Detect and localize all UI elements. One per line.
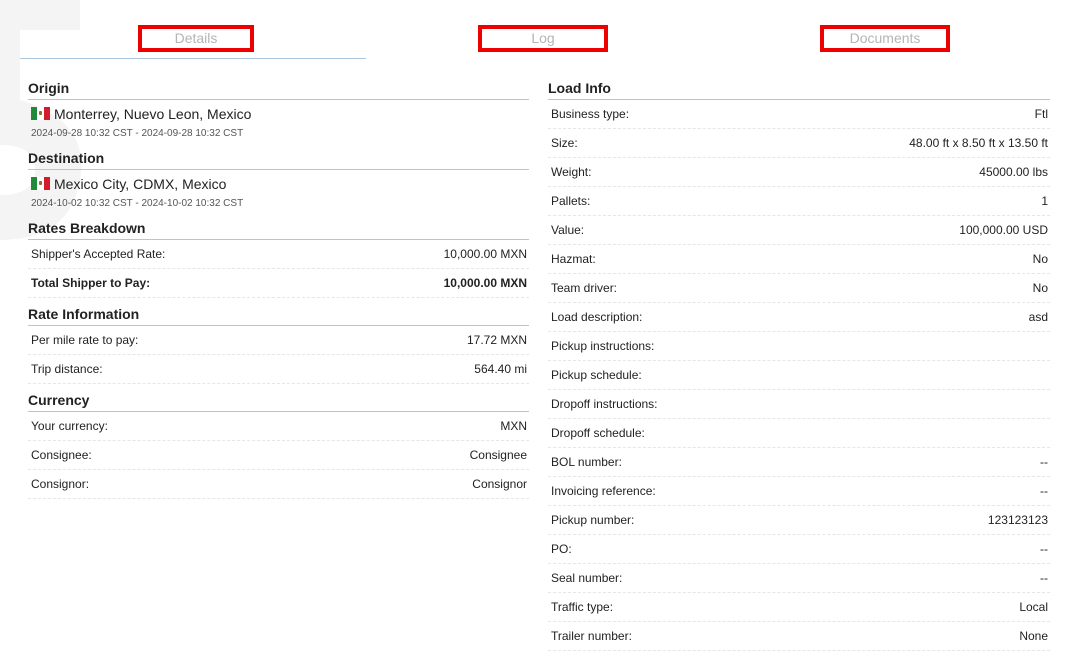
- table-row: PO: --: [548, 535, 1050, 564]
- table-row: Invoicing reference: --: [548, 477, 1050, 506]
- currency-title: Currency: [28, 390, 529, 412]
- row-value: 100,000.00 USD: [959, 223, 1048, 237]
- row-label: Pickup number:: [551, 513, 635, 527]
- row-value: Ftl: [1034, 107, 1048, 121]
- active-tab-underline: [20, 58, 366, 59]
- table-row: Load description: asd: [548, 303, 1050, 332]
- row-value: No: [1032, 281, 1048, 295]
- origin-location-text: Monterrey, Nuevo Leon, Mexico: [54, 105, 252, 122]
- table-row: Consignee: Consignee: [28, 441, 529, 470]
- row-label: Pickup instructions:: [551, 339, 655, 353]
- table-row: Pickup schedule:: [548, 361, 1050, 390]
- destination-location: Mexico City, CDMX, Mexico: [28, 170, 529, 197]
- destination-dates: 2024-10-02 10:32 CST - 2024-10-02 10:32 …: [31, 198, 244, 209]
- row-value: asd: [1028, 310, 1048, 324]
- mexico-flag-icon: [31, 107, 50, 120]
- row-label: BOL number:: [551, 455, 622, 469]
- row-label: Trip distance:: [31, 362, 103, 376]
- table-row: Size: 48.00 ft x 8.50 ft x 13.50 ft: [548, 129, 1050, 158]
- row-value: --: [1040, 571, 1048, 585]
- rate-information-title: Rate Information: [28, 304, 529, 326]
- row-label: Size:: [551, 136, 578, 150]
- table-row: Trailer number: None: [548, 622, 1050, 651]
- row-label: PO:: [551, 542, 572, 556]
- row-label: Hazmat:: [551, 252, 596, 266]
- row-label: Trailer number:: [551, 629, 632, 643]
- row-label: Shipper's Accepted Rate:: [31, 247, 166, 261]
- row-label: Dropoff instructions:: [551, 397, 658, 411]
- table-row: Your currency: MXN: [28, 412, 529, 441]
- row-label: Consignor:: [31, 477, 90, 491]
- row-label: Per mile rate to pay:: [31, 333, 139, 347]
- table-row: Traffic type: Local: [548, 593, 1050, 622]
- row-value: 123123123: [987, 513, 1048, 527]
- row-value: --: [1040, 542, 1048, 556]
- row-value: 45000.00 lbs: [979, 165, 1048, 179]
- row-label: Invoicing reference:: [551, 484, 656, 498]
- rates-breakdown-title: Rates Breakdown: [28, 218, 529, 240]
- table-row: Seal number: --: [548, 564, 1050, 593]
- row-value: No: [1032, 252, 1048, 266]
- table-row: Trip distance: 564.40 mi: [28, 355, 529, 384]
- row-label: Seal number:: [551, 571, 623, 585]
- row-value: 48.00 ft x 8.50 ft x 13.50 ft: [909, 136, 1048, 150]
- row-value: None: [1019, 629, 1048, 643]
- table-row: Team driver: No: [548, 274, 1050, 303]
- row-value: --: [1040, 484, 1048, 498]
- row-value: Local: [1019, 600, 1048, 614]
- table-row: Hazmat: No: [548, 245, 1050, 274]
- origin-title: Origin: [28, 78, 529, 100]
- row-label: Value:: [551, 223, 585, 237]
- row-label: Dropoff schedule:: [551, 426, 645, 440]
- row-value: MXN: [500, 419, 527, 433]
- table-row: Business type: Ftl: [548, 100, 1050, 129]
- origin-dates: 2024-09-28 10:32 CST - 2024-09-28 10:32 …: [31, 128, 244, 139]
- row-value: 10,000.00 MXN: [443, 247, 527, 261]
- load-info-column: Load Info Business type: Ftl Size: 48.00 f…: [548, 78, 1050, 651]
- row-value: Consignee: [469, 448, 527, 462]
- row-label: Load description:: [551, 310, 643, 324]
- table-row: Per mile rate to pay: 17.72 MXN: [28, 326, 529, 355]
- row-value: Consignor: [472, 477, 527, 491]
- row-label: Pickup schedule:: [551, 368, 642, 382]
- row-label: Business type:: [551, 107, 630, 121]
- mexico-flag-icon: [31, 177, 50, 190]
- row-label: Weight:: [551, 165, 592, 179]
- row-label: Total Shipper to Pay:: [31, 276, 151, 290]
- table-row: Pickup number: 123123123: [548, 506, 1050, 535]
- destination-title: Destination: [28, 148, 529, 170]
- table-row: Consignor: Consignor: [28, 470, 529, 499]
- row-label: Pallets:: [551, 194, 591, 208]
- details-left-column: Origin Monterrey, Nuevo Leon, Mexico 202…: [28, 78, 529, 499]
- table-row: Total Shipper to Pay: 10,000.00 MXN: [28, 269, 529, 298]
- row-label: Your currency:: [31, 419, 108, 433]
- row-label: Traffic type:: [551, 600, 614, 614]
- table-row: Dropoff instructions:: [548, 390, 1050, 419]
- row-value: --: [1040, 455, 1048, 469]
- tab-documents[interactable]: Documents: [820, 25, 950, 52]
- origin-location: Monterrey, Nuevo Leon, Mexico: [28, 100, 529, 127]
- destination-location-text: Mexico City, CDMX, Mexico: [54, 175, 227, 192]
- table-row: Value: 100,000.00 USD: [548, 216, 1050, 245]
- table-row: Weight: 45000.00 lbs: [548, 158, 1050, 187]
- table-row: Pickup instructions:: [548, 332, 1050, 361]
- row-value: 17.72 MXN: [466, 333, 527, 347]
- table-row: Dropoff schedule:: [548, 419, 1050, 448]
- table-row: Pallets: 1: [548, 187, 1050, 216]
- row-label: Team driver:: [551, 281, 618, 295]
- row-value: 564.40 mi: [474, 362, 527, 376]
- load-info-title: Load Info: [548, 78, 1050, 100]
- table-row: BOL number: --: [548, 448, 1050, 477]
- row-value: 1: [1041, 194, 1048, 208]
- row-value: 10,000.00 MXN: [443, 276, 527, 290]
- tab-details[interactable]: Details: [138, 25, 254, 52]
- tab-log[interactable]: Log: [478, 25, 608, 52]
- row-label: Consignee:: [31, 448, 92, 462]
- tab-bar: Details Log Documents: [20, 25, 1060, 61]
- table-row: Shipper's Accepted Rate: 10,000.00 MXN: [28, 240, 529, 269]
